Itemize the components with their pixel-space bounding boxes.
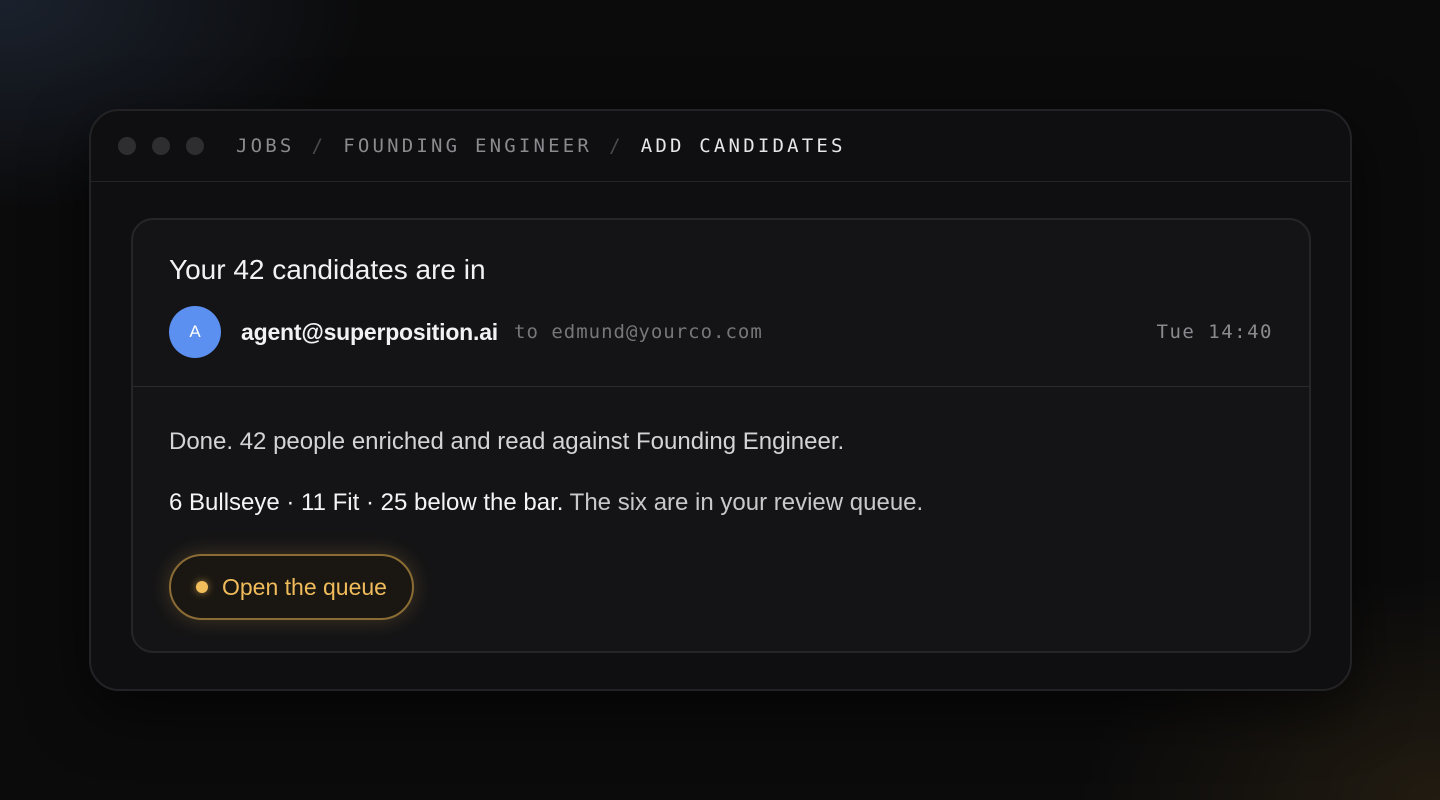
recipient-address: to edmund@yourco.com — [514, 321, 763, 343]
open-queue-button[interactable]: Open the queue — [169, 554, 414, 620]
status-dot-icon — [196, 581, 208, 593]
avatar: A — [169, 306, 221, 358]
email-timestamp: Tue 14:40 — [1156, 321, 1273, 343]
email-body: Done. 42 people enriched and read agains… — [133, 387, 1309, 620]
open-queue-label: Open the queue — [222, 573, 387, 600]
breadcrumb-separator: / — [609, 135, 624, 157]
body-line-results: 6 Bullseye · 11 Fit · 25 below the bar. … — [169, 487, 1273, 519]
title-bar: JOBS / FOUNDING ENGINEER / ADD CANDIDATE… — [91, 111, 1350, 182]
window-minimize-dot-icon[interactable] — [152, 137, 170, 155]
app-window: JOBS / FOUNDING ENGINEER / ADD CANDIDATE… — [89, 109, 1352, 691]
sender-row: A agent@superposition.ai to edmund@yourc… — [169, 306, 1273, 358]
window-maximize-dot-icon[interactable] — [186, 137, 204, 155]
breadcrumb-jobs[interactable]: JOBS — [236, 135, 295, 157]
breadcrumb-founding-engineer[interactable]: FOUNDING ENGINEER — [343, 135, 592, 157]
email-subject: Your 42 candidates are in — [169, 254, 486, 285]
email-card: Your 42 candidates are in A agent@superp… — [131, 218, 1311, 653]
sender-address: agent@superposition.ai — [241, 318, 499, 345]
window-close-dot-icon[interactable] — [118, 137, 136, 155]
breadcrumb-add-candidates: ADD CANDIDATES — [640, 135, 846, 157]
results-counts: 6 Bullseye · 11 Fit · 25 below the bar. — [169, 489, 564, 516]
body-line-summary: Done. 42 people enriched and read agains… — [169, 428, 845, 455]
email-header: Your 42 candidates are in A agent@superp… — [133, 220, 1309, 387]
breadcrumb: JOBS / FOUNDING ENGINEER / ADD CANDIDATE… — [236, 135, 846, 157]
results-note: The six are in your review queue. — [563, 489, 924, 516]
breadcrumb-separator: / — [311, 135, 327, 157]
